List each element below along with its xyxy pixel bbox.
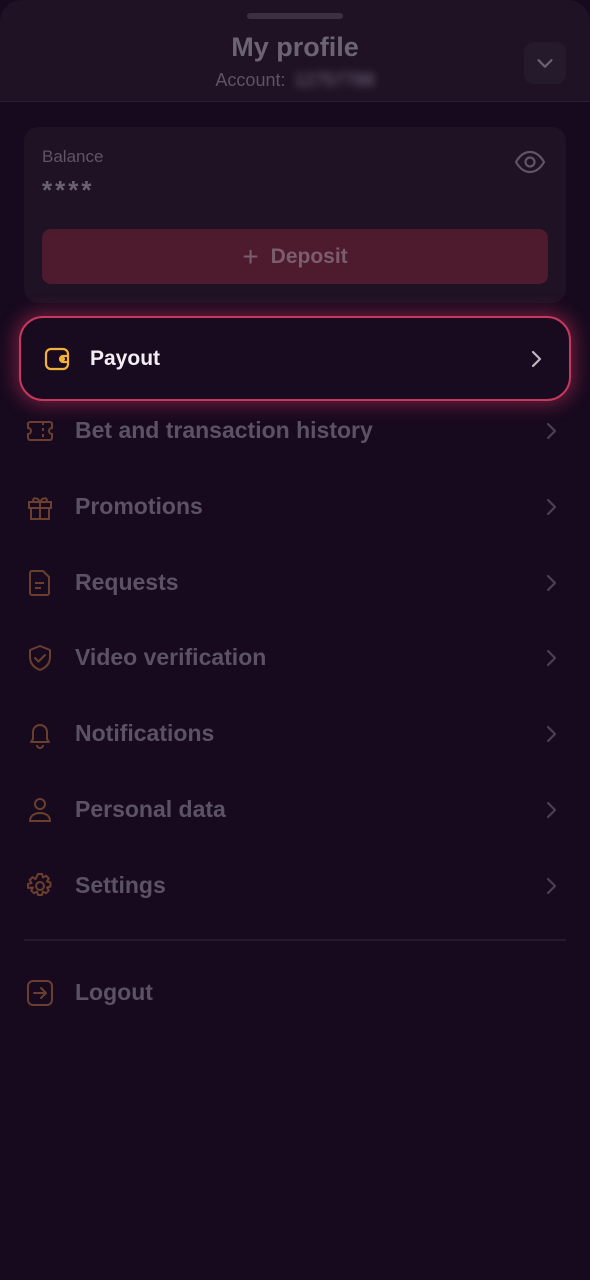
chevron-right-icon	[546, 877, 557, 895]
page-title: My profile	[231, 32, 359, 62]
chevron-right-icon	[546, 574, 557, 592]
gear-icon	[27, 873, 52, 896]
chevron-right-icon	[546, 422, 557, 440]
shield-check-icon	[29, 645, 51, 671]
account-label: Account:	[215, 70, 286, 90]
chevron-right-icon	[531, 350, 542, 368]
chevron-right-icon	[546, 649, 557, 667]
menu-item-label: Payout	[90, 347, 161, 370]
menu-item-personal-data[interactable]: Personal data	[0, 780, 590, 840]
menu-item-logout[interactable]: Logout	[0, 963, 590, 1023]
balance-card: Balance **** + Deposit	[24, 127, 566, 303]
deposit-button[interactable]: + Deposit	[42, 229, 548, 284]
menu-item-bet-history[interactable]: Bet and transaction history	[0, 401, 590, 461]
menu-item-requests[interactable]: Requests	[0, 553, 590, 613]
profile-sheet: My profile Account: 12757788 Balance ***…	[0, 0, 590, 1280]
chevron-right-icon	[546, 725, 557, 743]
chevron-down-icon	[537, 59, 553, 68]
collapse-button[interactable]	[524, 42, 566, 84]
plus-icon: +	[242, 240, 259, 272]
account-id: 12757788	[294, 70, 375, 90]
eye-icon	[514, 150, 546, 174]
chevron-right-icon	[546, 498, 557, 516]
menu-item-notifications[interactable]: Notifications	[0, 704, 590, 764]
menu-item-label: Personal data	[75, 796, 226, 822]
toggle-balance-visibility-button[interactable]	[513, 147, 547, 177]
menu-item-label: Requests	[75, 569, 179, 595]
ticket-icon	[27, 421, 53, 441]
sheet-grabber-handle[interactable]	[247, 13, 343, 19]
menu-item-label: Settings	[75, 872, 166, 898]
user-icon	[28, 798, 52, 822]
menu-item-label: Logout	[75, 979, 153, 1005]
menu-item-label: Promotions	[75, 493, 203, 519]
logout-icon	[27, 980, 53, 1006]
bell-icon	[30, 724, 50, 749]
menu-item-label: Bet and transaction history	[75, 417, 373, 443]
balance-value: ****	[42, 175, 95, 205]
menu-divider	[24, 939, 566, 941]
menu-item-label: Notifications	[75, 720, 215, 746]
wallet-icon	[44, 347, 70, 371]
menu-item-promotions[interactable]: Promotions	[0, 477, 590, 537]
menu-item-video-verification[interactable]: Video verification	[0, 628, 590, 688]
menu-item-settings[interactable]: Settings	[0, 856, 590, 916]
gift-icon	[28, 497, 52, 520]
deposit-label: Deposit	[270, 244, 348, 268]
account-line: Account: 12757788	[0, 70, 590, 91]
chevron-right-icon	[546, 801, 557, 819]
menu-item-payout[interactable]: Payout	[19, 316, 571, 401]
menu-item-label: Video verification	[75, 644, 267, 670]
balance-label: Balance	[42, 147, 104, 166]
document-icon	[29, 570, 50, 596]
profile-header: My profile Account: 12757788	[0, 0, 590, 102]
